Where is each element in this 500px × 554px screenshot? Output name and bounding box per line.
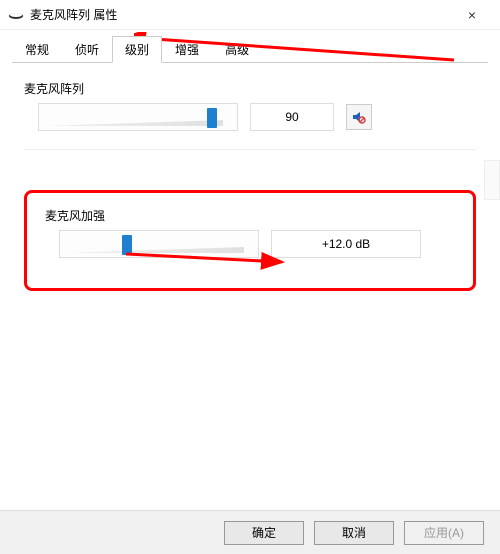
speaker-icon [351,109,367,125]
title-bar: 麦克风阵列 属性 × [0,0,500,30]
cancel-button[interactable]: 取消 [314,521,394,545]
boost-slider[interactable] [59,230,259,258]
boost-label: 麦克风加强 [45,207,455,224]
tab-enhance[interactable]: 增强 [162,36,212,63]
dialog-footer: 确定 取消 应用(A) [0,510,500,554]
mic-array-row: 90 [24,103,476,131]
boost-slider-thumb[interactable] [122,235,132,255]
close-button[interactable]: × [452,0,492,30]
boost-row: +12.0 dB [45,230,455,258]
tab-general[interactable]: 常规 [12,36,62,63]
window-title: 麦克风阵列 属性 [30,6,452,23]
tab-listen[interactable]: 侦听 [62,36,112,63]
apply-button[interactable]: 应用(A) [404,521,484,545]
mic-array-label: 麦克风阵列 [24,80,476,97]
app-icon [8,9,24,21]
boost-value: +12.0 dB [271,230,421,258]
mic-array-slider-thumb[interactable] [207,108,217,128]
scrollbar-fragment [484,160,500,200]
tab-bar: 常规 侦听 级别 增强 高级 [0,30,500,64]
mic-array-value: 90 [250,103,334,131]
boost-highlight-box: 麦克风加强 +12.0 dB [24,190,476,291]
content-area: 麦克风阵列 90 麦克风加强 +12.0 dB [0,64,500,307]
tab-levels[interactable]: 级别 [112,36,162,63]
tab-advanced[interactable]: 高级 [212,36,262,63]
balance-button[interactable] [346,104,372,130]
ok-button[interactable]: 确定 [224,521,304,545]
mic-array-slider[interactable] [38,103,238,131]
